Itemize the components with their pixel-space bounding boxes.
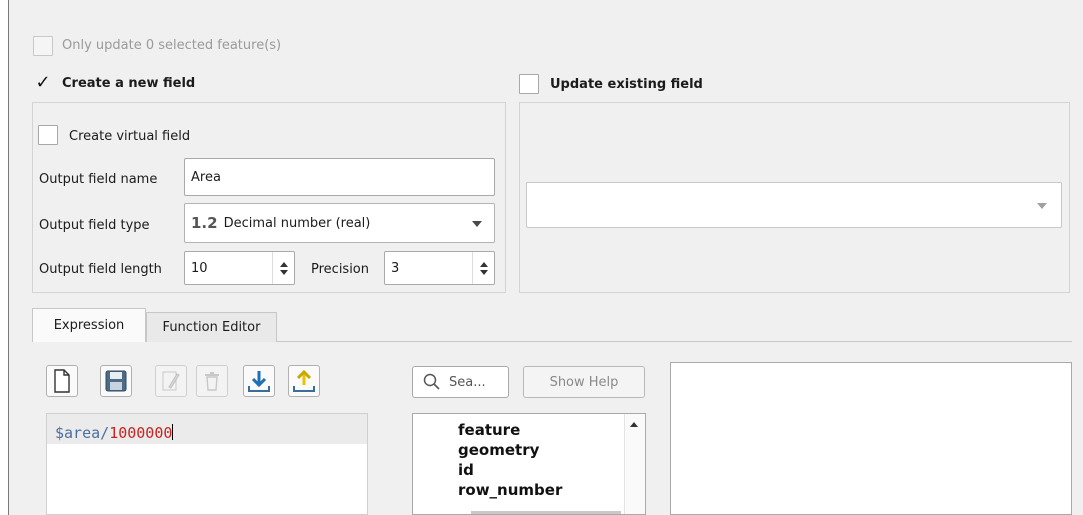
chevron-down-icon <box>1037 203 1047 209</box>
create-new-field-checkbox[interactable]: ✓ <box>33 73 53 93</box>
create-virtual-field-label: Create virtual field <box>69 129 191 144</box>
text-cursor <box>172 424 174 440</box>
search-icon <box>423 373 440 390</box>
delete-icon <box>205 372 219 391</box>
tree-item-feature[interactable]: feature <box>413 420 645 440</box>
tab-expression[interactable]: Expression <box>32 308 146 342</box>
output-field-name-input[interactable]: Area <box>184 158 495 196</box>
chevron-down-icon <box>472 221 482 227</box>
output-field-length-label: Output field length <box>39 262 162 277</box>
only-update-selected-label: Only update 0 selected feature(s) <box>62 38 282 53</box>
expression-editor[interactable]: $area/1000000 <box>46 413 368 515</box>
top-strip <box>9 0 1083 12</box>
create-virtual-field-checkbox[interactable] <box>38 125 58 145</box>
load-icon <box>248 371 270 392</box>
precision-label: Precision <box>311 262 370 277</box>
spin-down-icon[interactable] <box>479 269 488 275</box>
export-icon <box>293 369 315 392</box>
update-existing-field-checkbox[interactable] <box>519 74 539 94</box>
tree-item-row-number[interactable]: row_number <box>413 480 645 500</box>
new-file-icon <box>54 369 70 393</box>
tab-function-editor[interactable]: Function Editor <box>146 312 277 342</box>
new-file-button[interactable] <box>46 365 78 397</box>
output-field-length-value: 10 <box>191 260 208 276</box>
tree-item-id[interactable]: id <box>413 460 645 480</box>
output-field-type-combo[interactable]: 1.2 Decimal number (real) <box>184 203 495 243</box>
only-update-selected-checkbox[interactable] <box>33 36 53 56</box>
expression-variable: $area <box>55 424 101 442</box>
save-button[interactable] <box>100 365 132 397</box>
spin-up-icon[interactable] <box>479 261 488 267</box>
export-button[interactable] <box>288 365 320 397</box>
tab-expression-label: Expression <box>53 318 125 333</box>
delete-button[interactable] <box>196 365 228 397</box>
decimal-type-icon: 1.2 <box>191 214 218 232</box>
show-help-button[interactable]: Show Help <box>523 366 645 398</box>
checkmark-icon: ✓ <box>35 72 51 93</box>
output-field-name-label: Output field name <box>39 172 158 187</box>
save-icon <box>105 370 127 392</box>
output-field-type-label: Output field type <box>39 218 150 233</box>
update-existing-field-label: Update existing field <box>550 77 703 92</box>
expression-current-line: $area/1000000 <box>47 414 367 444</box>
output-field-type-value: Decimal number (real) <box>223 215 371 231</box>
tab-function-editor-label: Function Editor <box>162 320 261 335</box>
expression-number: 1000000 <box>109 424 173 442</box>
show-help-label: Show Help <box>549 374 619 390</box>
search-placeholder: Sea... <box>449 374 486 390</box>
tree-row-highlight <box>471 511 621 514</box>
length-spin-buttons[interactable] <box>272 252 294 284</box>
function-tree[interactable]: feature geometry id row_number <box>412 413 646 515</box>
edit-button[interactable] <box>155 365 187 397</box>
precision-spinbox[interactable]: 3 <box>384 251 495 285</box>
edit-icon <box>162 371 180 391</box>
spin-up-icon[interactable] <box>279 261 288 267</box>
output-field-length-spinbox[interactable]: 10 <box>184 251 295 285</box>
tree-scrollbar[interactable] <box>624 414 645 514</box>
help-panel <box>670 362 1072 515</box>
spin-down-icon[interactable] <box>279 269 288 275</box>
load-button[interactable] <box>243 365 275 397</box>
scroll-up-icon[interactable] <box>630 422 638 427</box>
tree-item-geometry[interactable]: geometry <box>413 440 645 460</box>
precision-spin-buttons[interactable] <box>472 252 494 284</box>
expression-operator: / <box>100 424 110 442</box>
function-search-input[interactable]: Sea... <box>412 366 509 398</box>
output-field-name-value: Area <box>191 169 221 185</box>
create-new-field-label: Create a new field <box>62 76 196 91</box>
precision-value: 3 <box>391 260 400 276</box>
existing-field-combo[interactable] <box>526 182 1062 228</box>
